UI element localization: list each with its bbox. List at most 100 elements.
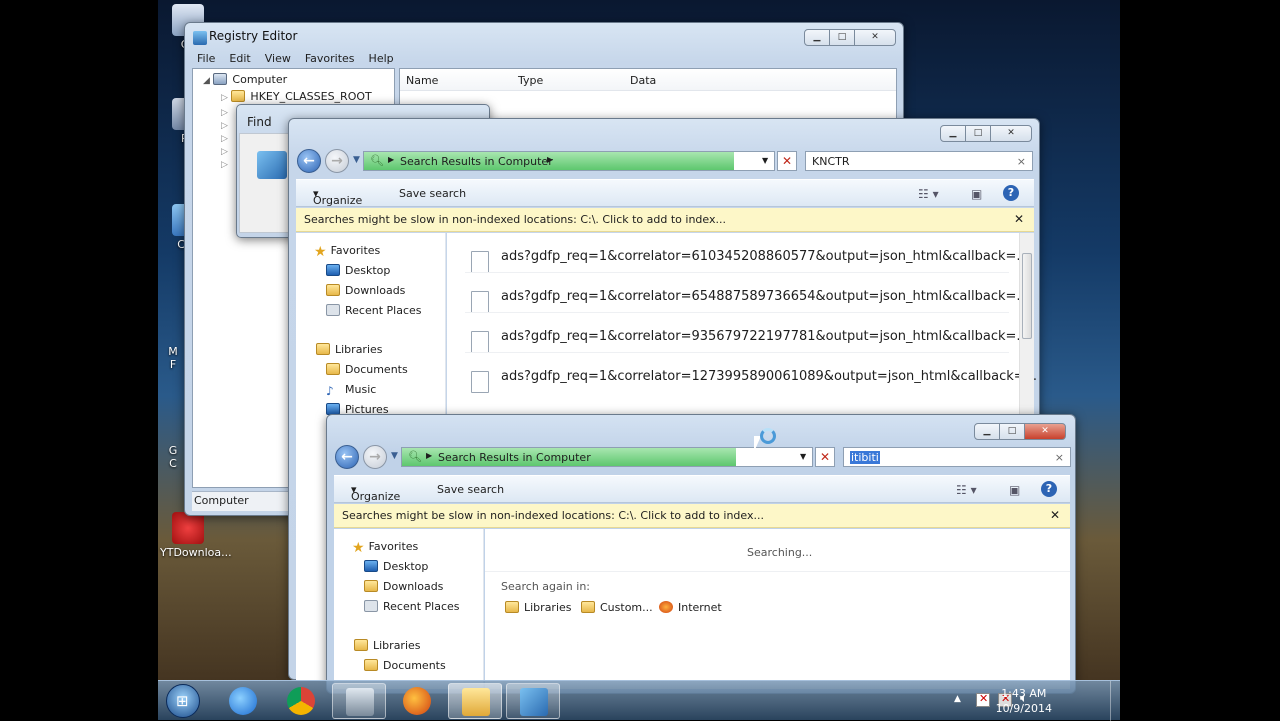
column-name[interactable]: Name — [406, 74, 438, 87]
maximize-button[interactable]: □ — [829, 29, 855, 46]
nav-recent-places[interactable]: Recent Places — [364, 600, 460, 613]
menu-view[interactable]: View — [265, 52, 291, 65]
back-button[interactable]: ← — [335, 445, 359, 469]
taskbar-regedit[interactable] — [506, 683, 560, 719]
taskbar-windows-explorer[interactable] — [448, 683, 502, 719]
taskbar-chrome[interactable] — [274, 683, 328, 719]
nav-desktop[interactable]: Desktop — [326, 264, 390, 277]
minimize-button[interactable]: ▁ — [804, 29, 830, 46]
minimize-button[interactable]: ▁ — [974, 423, 1000, 440]
address-bar[interactable]: 🔍︎ ▶ Search Results in Computer ▼ — [401, 447, 813, 467]
view-options-icon[interactable]: ☷ ▾ — [956, 483, 977, 497]
clear-search-icon[interactable]: × — [1055, 451, 1064, 464]
maximize-button[interactable]: □ — [999, 423, 1025, 440]
nav-downloads[interactable]: Downloads — [326, 284, 405, 297]
nav-recent-places[interactable]: Recent Places — [326, 304, 422, 317]
taskbar-firefox[interactable] — [390, 683, 444, 719]
nav-libraries[interactable]: Libraries — [316, 343, 383, 356]
info-bar[interactable]: Searches might be slow in non-indexed lo… — [296, 208, 1034, 232]
taskbar-explorer-app[interactable] — [332, 683, 386, 719]
taskbar: ⊞ ▲ ✕ ✕ 🔈︎ 1:43 AM 10/9/2014 — [158, 680, 1120, 721]
maximize-button[interactable]: □ — [965, 125, 991, 142]
help-icon[interactable]: ? — [1041, 481, 1057, 497]
recent-pages-icon[interactable]: ▼ — [353, 155, 360, 165]
result-item[interactable]: ads?gdfp_req=1&correlator=93567972219778… — [501, 329, 1029, 344]
start-button[interactable]: ⊞ — [166, 684, 200, 718]
view-options-icon[interactable]: ☷ ▾ — [918, 187, 939, 201]
result-item[interactable]: ads?gdfp_req=1&correlator=12739958900610… — [501, 369, 1037, 384]
forward-button[interactable]: → — [363, 445, 387, 469]
menu-bar: File Edit View Favorites Help — [197, 52, 394, 65]
menu-help[interactable]: Help — [369, 52, 394, 65]
help-icon[interactable]: ? — [1003, 185, 1019, 201]
nav-favorites[interactable]: ★ Favorites — [352, 540, 418, 556]
close-button[interactable]: ✕ — [854, 29, 896, 46]
nav-label: Favorites — [330, 244, 381, 257]
desktop-icon-label: YTDownloa... — [160, 546, 232, 559]
desktop-icon[interactable]: YTDownloa... — [160, 512, 240, 559]
nav-favorites[interactable]: ★ Favorites — [314, 244, 380, 260]
result-item[interactable]: ads?gdfp_req=1&correlator=65488758973665… — [501, 289, 1029, 304]
search-again-custom[interactable]: Custom... — [581, 601, 653, 614]
stop-icon[interactable]: ✕ — [777, 151, 797, 171]
menu-favorites[interactable]: Favorites — [305, 52, 355, 65]
show-hidden-icons[interactable]: ▲ — [954, 694, 961, 704]
clear-search-icon[interactable]: × — [1017, 155, 1026, 168]
organize-button[interactable]: Organize ▾ — [351, 483, 400, 503]
results-area[interactable]: Searching... Search again in: Libraries … — [485, 529, 1070, 689]
desktop-icon — [364, 560, 378, 572]
search-again-internet[interactable]: Internet — [659, 601, 722, 614]
explorer-window-2[interactable]: ▁ □ ✕ ← → ▼ 🔍︎ ▶ Search Results in Compute… — [326, 414, 1076, 694]
result-item[interactable]: ads?gdfp_req=1&correlator=61034520886057… — [501, 249, 1029, 264]
menu-edit[interactable]: Edit — [229, 52, 250, 65]
close-infobar-icon[interactable]: ✕ — [1050, 508, 1060, 522]
stop-icon[interactable]: ✕ — [815, 447, 835, 467]
caption-buttons: ▁ □ ✕ — [804, 29, 896, 46]
search-again-libraries[interactable]: Libraries — [505, 601, 572, 614]
minimize-button[interactable]: ▁ — [940, 125, 966, 142]
column-data[interactable]: Data — [630, 74, 656, 87]
preview-pane-icon[interactable]: ▣ — [1009, 483, 1020, 497]
search-icon: 🔍︎ — [408, 450, 422, 463]
clock[interactable]: 1:43 AM 10/9/2014 — [996, 686, 1052, 716]
nav-label: Desktop — [345, 264, 391, 277]
preview-pane-icon[interactable]: ▣ — [971, 187, 982, 201]
computer-icon — [213, 73, 228, 85]
nav-documents[interactable]: Documents — [364, 659, 446, 672]
close-infobar-icon[interactable]: ✕ — [1014, 212, 1024, 226]
chevron-down-icon[interactable]: ▼ — [762, 156, 768, 165]
tree-item[interactable]: ▷ HKEY_CLASSES_ROOT — [221, 90, 372, 103]
forward-button[interactable]: → — [325, 149, 349, 173]
searching-status: Searching... — [747, 546, 813, 559]
search-input[interactable]: KNCTR × — [805, 151, 1033, 171]
nav-desktop[interactable]: Desktop — [364, 560, 428, 573]
menu-file[interactable]: File — [197, 52, 215, 65]
back-button[interactable]: ← — [297, 149, 321, 173]
save-search-button[interactable]: Save search — [399, 187, 466, 200]
registry-editor-icon — [257, 151, 287, 179]
organize-button[interactable]: Organize ▾ — [313, 187, 362, 207]
nav-music[interactable]: ♪ Music — [326, 383, 376, 398]
show-desktop-button[interactable] — [1110, 681, 1120, 721]
info-bar[interactable]: Searches might be slow in non-indexed lo… — [334, 504, 1070, 528]
tree-root[interactable]: ◢ Computer — [203, 73, 287, 86]
close-button[interactable]: ✕ — [990, 125, 1032, 142]
save-search-button[interactable]: Save search — [437, 483, 504, 496]
action-center-icon[interactable]: ✕ — [976, 692, 990, 707]
column-type[interactable]: Type — [518, 74, 543, 87]
navigation-pane: ★ Favorites Desktop Downloads Recent Plac… — [334, 529, 484, 689]
recent-pages-icon[interactable]: ▼ — [391, 451, 398, 461]
scrollbar-thumb[interactable] — [1022, 253, 1032, 339]
tree-root-label: Computer — [232, 73, 288, 86]
desktop-icon-label: F — [169, 358, 177, 371]
nav-libraries[interactable]: Libraries — [354, 639, 421, 652]
close-button[interactable]: ✕ — [1024, 423, 1066, 440]
search-input[interactable]: itibiti × — [843, 447, 1071, 467]
libraries-icon — [316, 343, 330, 355]
address-bar[interactable]: 🔍︎ ▶ Search Results in Computer ▶ ▼ — [363, 151, 775, 171]
nav-downloads[interactable]: Downloads — [364, 580, 443, 593]
chevron-down-icon[interactable]: ▼ — [800, 452, 806, 461]
folder-icon — [231, 90, 246, 102]
taskbar-ie[interactable] — [216, 683, 270, 719]
nav-documents[interactable]: Documents — [326, 363, 408, 376]
